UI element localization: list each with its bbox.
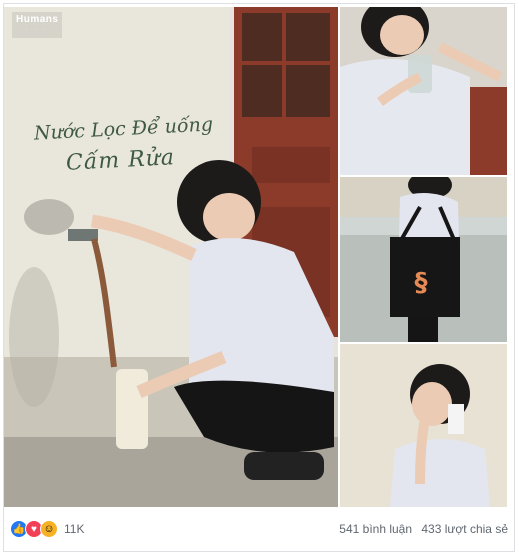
comments-link[interactable]: 541 bình luận (339, 522, 412, 536)
brand-watermark: Humans · · · (12, 12, 63, 38)
main-photo-image (4, 7, 338, 507)
main-photo[interactable] (4, 7, 338, 507)
post-stats: 541 bình luận 433 lượt chia sẻ (333, 522, 508, 536)
post-footer: 👍 ♥ ☺ 11K 541 bình luận 433 lượt chia sẻ (4, 512, 508, 546)
thumbnail-photo-2[interactable] (340, 177, 507, 342)
thumbnail-photo-2-image (340, 177, 507, 342)
shares-link[interactable]: 433 lượt chia sẻ (421, 522, 508, 536)
thumbnail-photo-1[interactable] (340, 7, 507, 175)
bag-logo-icon: § (414, 268, 428, 298)
reactions-summary[interactable]: 👍 ♥ ☺ 11K (10, 520, 84, 538)
brand-watermark-sub: · · · (25, 27, 49, 33)
thumbnail-photo-1-image (340, 7, 507, 175)
brand-watermark-text: Humans (16, 14, 59, 25)
laugh-face-icon: ☺ (40, 520, 58, 538)
reaction-count[interactable]: 11K (64, 522, 84, 536)
thumbnail-photo-3[interactable] (340, 344, 507, 507)
thumbnail-photo-3-image (340, 344, 507, 507)
